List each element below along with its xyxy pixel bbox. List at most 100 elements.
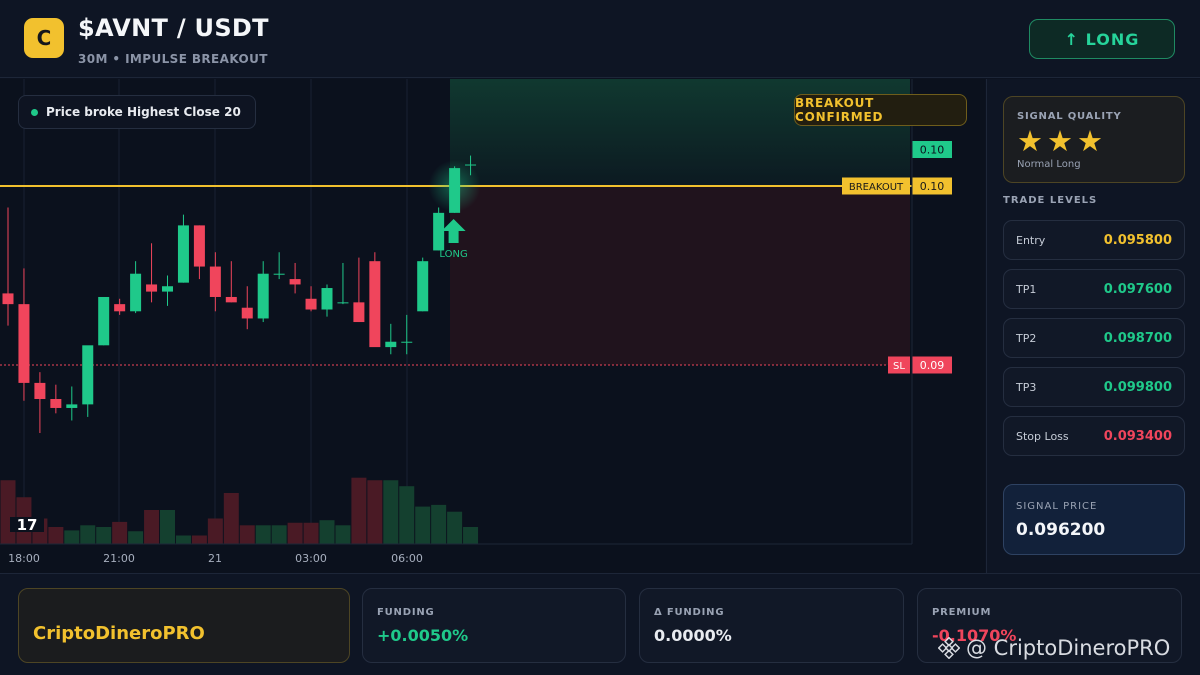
header: C $AVNT / USDT 30M • IMPULSE BREAKOUT ↑ … <box>0 0 1200 78</box>
volume-bar <box>399 486 415 544</box>
level-name: TP2 <box>1016 332 1037 345</box>
volume-bar <box>207 518 223 544</box>
brand-card: CriptoDineroPRO <box>18 588 350 663</box>
level-name: Entry <box>1016 234 1046 247</box>
volume-bar <box>447 511 463 544</box>
volume-bar <box>383 480 399 544</box>
candle-body <box>225 296 237 303</box>
risk-zone <box>450 186 910 365</box>
signal-reason-text: Price broke Highest Close 20 <box>46 105 241 119</box>
candle-body <box>114 304 126 312</box>
volume-bar <box>112 521 128 544</box>
signal-sidebar: SIGNAL QUALITY ★★★ Normal Long TRADE LEV… <box>986 79 1200 573</box>
delta-funding-card: Δ FUNDING 0.0000% <box>639 588 904 663</box>
candle-body <box>321 288 333 310</box>
volume-bar <box>255 525 271 544</box>
volume-bar <box>160 510 175 544</box>
price-tag-top-text: 0.10 <box>920 144 945 157</box>
candle-body <box>353 302 365 323</box>
sl-label-text: SL <box>893 361 905 372</box>
volume-bar <box>239 525 255 544</box>
app-logo: C <box>24 18 64 58</box>
volume-bar <box>48 527 64 544</box>
candle-body <box>385 341 397 348</box>
candle-body <box>401 341 413 343</box>
level-stop-loss: Stop Loss 0.093400 <box>1003 416 1185 456</box>
tradingview-logo-icon: 17 <box>17 516 38 534</box>
level-tp1: TP1 0.097600 <box>1003 269 1185 309</box>
level-tp3: TP3 0.099800 <box>1003 367 1185 407</box>
x-axis-tick: 21 <box>208 552 222 565</box>
level-tp2: TP2 0.098700 <box>1003 318 1185 358</box>
candle-body <box>273 273 285 275</box>
candle-body <box>289 279 301 285</box>
volume-bar <box>128 531 144 544</box>
candle-body <box>257 273 269 319</box>
candle-body <box>130 273 142 312</box>
volume-bar <box>367 480 383 544</box>
price-chart[interactable]: LONG 0.10 BREAKOUT 0.10 SL 0.09 18:00 21:00 21 03… <box>0 79 985 573</box>
candle-body <box>209 266 221 297</box>
premium-label: PREMIUM <box>932 607 992 618</box>
volume-bar <box>191 535 207 544</box>
signal-price-label: SIGNAL PRICE <box>1016 501 1098 512</box>
funding-card: FUNDING +0.0050% <box>362 588 626 663</box>
signal-price-value: 0.096200 <box>1016 520 1106 540</box>
volume-bar <box>0 480 16 544</box>
level-name: TP1 <box>1016 283 1037 296</box>
candle-body <box>241 307 253 319</box>
signal-quality-card: SIGNAL QUALITY ★★★ Normal Long <box>1003 96 1185 183</box>
candle-body <box>337 302 349 304</box>
candle-body <box>18 304 30 383</box>
candle-body <box>369 261 381 348</box>
level-value: 0.099800 <box>1103 380 1172 395</box>
level-name: TP3 <box>1016 381 1037 394</box>
candle-body <box>177 225 189 283</box>
candle-body <box>305 298 317 310</box>
funding-label: FUNDING <box>377 607 435 618</box>
volume-bar <box>96 527 112 544</box>
volume-bar <box>463 527 479 544</box>
candle-body <box>433 212 445 251</box>
level-value: 0.097600 <box>1103 282 1172 297</box>
level-value: 0.093400 <box>1103 429 1172 444</box>
volume-bar <box>319 520 335 544</box>
volume-bar <box>175 535 191 544</box>
candle-body <box>34 382 46 400</box>
star-rating-icon: ★★★ <box>1017 124 1107 158</box>
breakout-price-text: 0.10 <box>920 180 945 193</box>
candle-body <box>98 296 110 346</box>
delta-funding-label: Δ FUNDING <box>654 607 725 618</box>
footer: CriptoDineroPRO FUNDING +0.0050% Δ FUNDI… <box>0 573 1200 675</box>
x-axis-tick: 21:00 <box>103 552 135 565</box>
level-entry: Entry 0.095800 <box>1003 220 1185 260</box>
long-direction-button[interactable]: ↑ LONG <box>1029 19 1175 59</box>
volume-bar <box>271 525 287 544</box>
candle-body <box>465 164 477 166</box>
breakout-label-text: BREAKOUT <box>849 182 904 193</box>
candlestick-chart[interactable]: LONG 0.10 BREAKOUT 0.10 SL 0.09 18:00 21:00 21 03… <box>0 79 985 573</box>
long-marker-label: LONG <box>439 249 467 260</box>
volume-bar <box>223 493 239 544</box>
volume-bar <box>351 477 367 544</box>
candle-body <box>66 404 78 408</box>
level-name: Stop Loss <box>1016 430 1069 443</box>
trade-levels-title: TRADE LEVELS <box>1003 195 1098 206</box>
breakout-confirmed-badge: BREAKOUT CONFIRMED <box>794 94 967 126</box>
signal-reason-chip: Price broke Highest Close 20 <box>18 95 256 129</box>
x-axis-tick: 18:00 <box>8 552 40 565</box>
binance-logo-icon <box>938 637 960 659</box>
volume-bar <box>431 504 447 544</box>
volume-bar <box>144 510 160 544</box>
sl-price-text: 0.09 <box>920 359 945 372</box>
x-axis-tick: 03:00 <box>295 552 327 565</box>
level-value: 0.095800 <box>1103 233 1172 248</box>
volume-bar <box>80 525 96 544</box>
status-dot-icon <box>31 108 38 116</box>
signal-quality-sub: Normal Long <box>1017 159 1081 170</box>
candle-body <box>162 286 173 292</box>
candle-body <box>2 293 14 305</box>
volume-bar <box>335 525 351 544</box>
pair-subtitle: 30M • IMPULSE BREAKOUT <box>78 52 268 66</box>
watermark-text: @ CriptoDineroPRO <box>966 636 1171 660</box>
